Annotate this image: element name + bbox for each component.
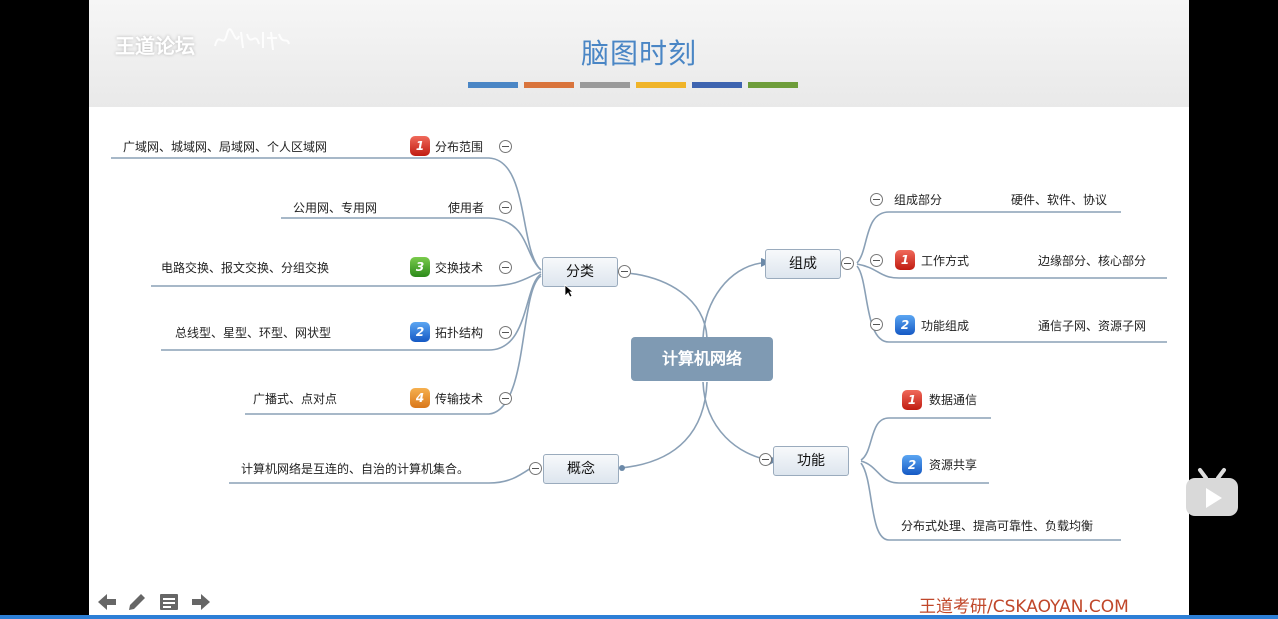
classify-detail-2: 公用网、专用网	[293, 201, 378, 215]
branch-function-label: 功能	[797, 453, 825, 469]
badge-2-icon: 2	[410, 322, 430, 342]
classify-detail-5: 广播式、点对点	[253, 392, 338, 406]
collapse-icon[interactable]	[841, 257, 854, 270]
collapse-icon[interactable]	[759, 453, 772, 466]
classify-item-1[interactable]: 分布范围	[435, 139, 483, 155]
classify-detail-1: 广域网、城域网、局域网、个人区域网	[123, 140, 328, 154]
collapse-icon[interactable]	[870, 318, 883, 331]
collapse-icon[interactable]	[499, 261, 512, 274]
slide: 王道论坛 脑图时刻 计算机网络 分类 广域网、城域网、局域网、个人区域网 1 分…	[89, 0, 1189, 619]
function-item-2[interactable]: 资源共享	[929, 457, 977, 473]
footer-brand: 王道考研/CSKAOYAN.COM	[919, 597, 1129, 617]
classify-item-4[interactable]: 拓扑结构	[435, 325, 483, 341]
composition-detail-3: 通信子网、资源子网	[1038, 319, 1147, 333]
branch-classify-label: 分类	[566, 264, 594, 280]
badge-1-icon: 1	[902, 390, 922, 410]
function-item-1[interactable]: 数据通信	[929, 392, 977, 408]
concept-detail: 计算机网络是互连的、自治的计算机集合。	[241, 462, 470, 476]
collapse-icon[interactable]	[870, 254, 883, 267]
composition-detail-1: 硬件、软件、协议	[1011, 193, 1108, 207]
composition-item-2[interactable]: 工作方式	[921, 253, 969, 269]
branch-concept-label: 概念	[567, 461, 595, 477]
classify-item-2[interactable]: 使用者	[448, 200, 484, 216]
branch-function[interactable]: 功能	[773, 446, 849, 476]
center-node[interactable]: 计算机网络	[631, 337, 773, 381]
classify-detail-3: 电路交换、报文交换、分组交换	[161, 261, 330, 275]
composition-item-1[interactable]: 组成部分	[894, 192, 942, 208]
pencil-icon[interactable]	[125, 590, 149, 614]
classify-item-5[interactable]: 传输技术	[435, 391, 483, 407]
center-node-label: 计算机网络	[661, 349, 742, 368]
badge-3-icon: 3	[410, 257, 430, 277]
badge-4-icon: 4	[410, 388, 430, 408]
composition-detail-2: 边缘部分、核心部分	[1038, 254, 1147, 268]
mouse-cursor-icon	[564, 284, 574, 298]
video-progress-bar[interactable]	[0, 615, 1278, 619]
branch-composition[interactable]: 组成	[765, 249, 841, 279]
arrow-right-icon[interactable]	[189, 590, 213, 614]
collapse-icon[interactable]	[499, 140, 512, 153]
collapse-icon[interactable]	[529, 462, 542, 475]
classify-item-3[interactable]: 交换技术	[435, 260, 483, 276]
badge-1-icon: 1	[895, 250, 915, 270]
collapse-icon[interactable]	[499, 201, 512, 214]
branch-concept[interactable]: 概念	[543, 454, 619, 484]
classify-detail-4: 总线型、星型、环型、网状型	[175, 326, 332, 340]
collapse-icon[interactable]	[870, 193, 883, 206]
badge-2-icon: 2	[895, 315, 915, 335]
composition-item-3[interactable]: 功能组成	[921, 318, 969, 334]
collapse-icon[interactable]	[618, 265, 631, 278]
badge-1-icon: 1	[410, 136, 430, 156]
badge-2-icon: 2	[902, 455, 922, 475]
menu-icon[interactable]	[157, 590, 181, 614]
function-item-3[interactable]: 分布式处理、提高可靠性、负载均衡	[901, 518, 1093, 534]
collapse-icon[interactable]	[499, 326, 512, 339]
collapse-icon[interactable]	[499, 392, 512, 405]
bilibili-play-icon[interactable]	[1184, 466, 1240, 518]
arrow-left-icon[interactable]	[95, 590, 119, 614]
branch-composition-label: 组成	[789, 256, 817, 272]
branch-classify[interactable]: 分类	[542, 257, 618, 287]
